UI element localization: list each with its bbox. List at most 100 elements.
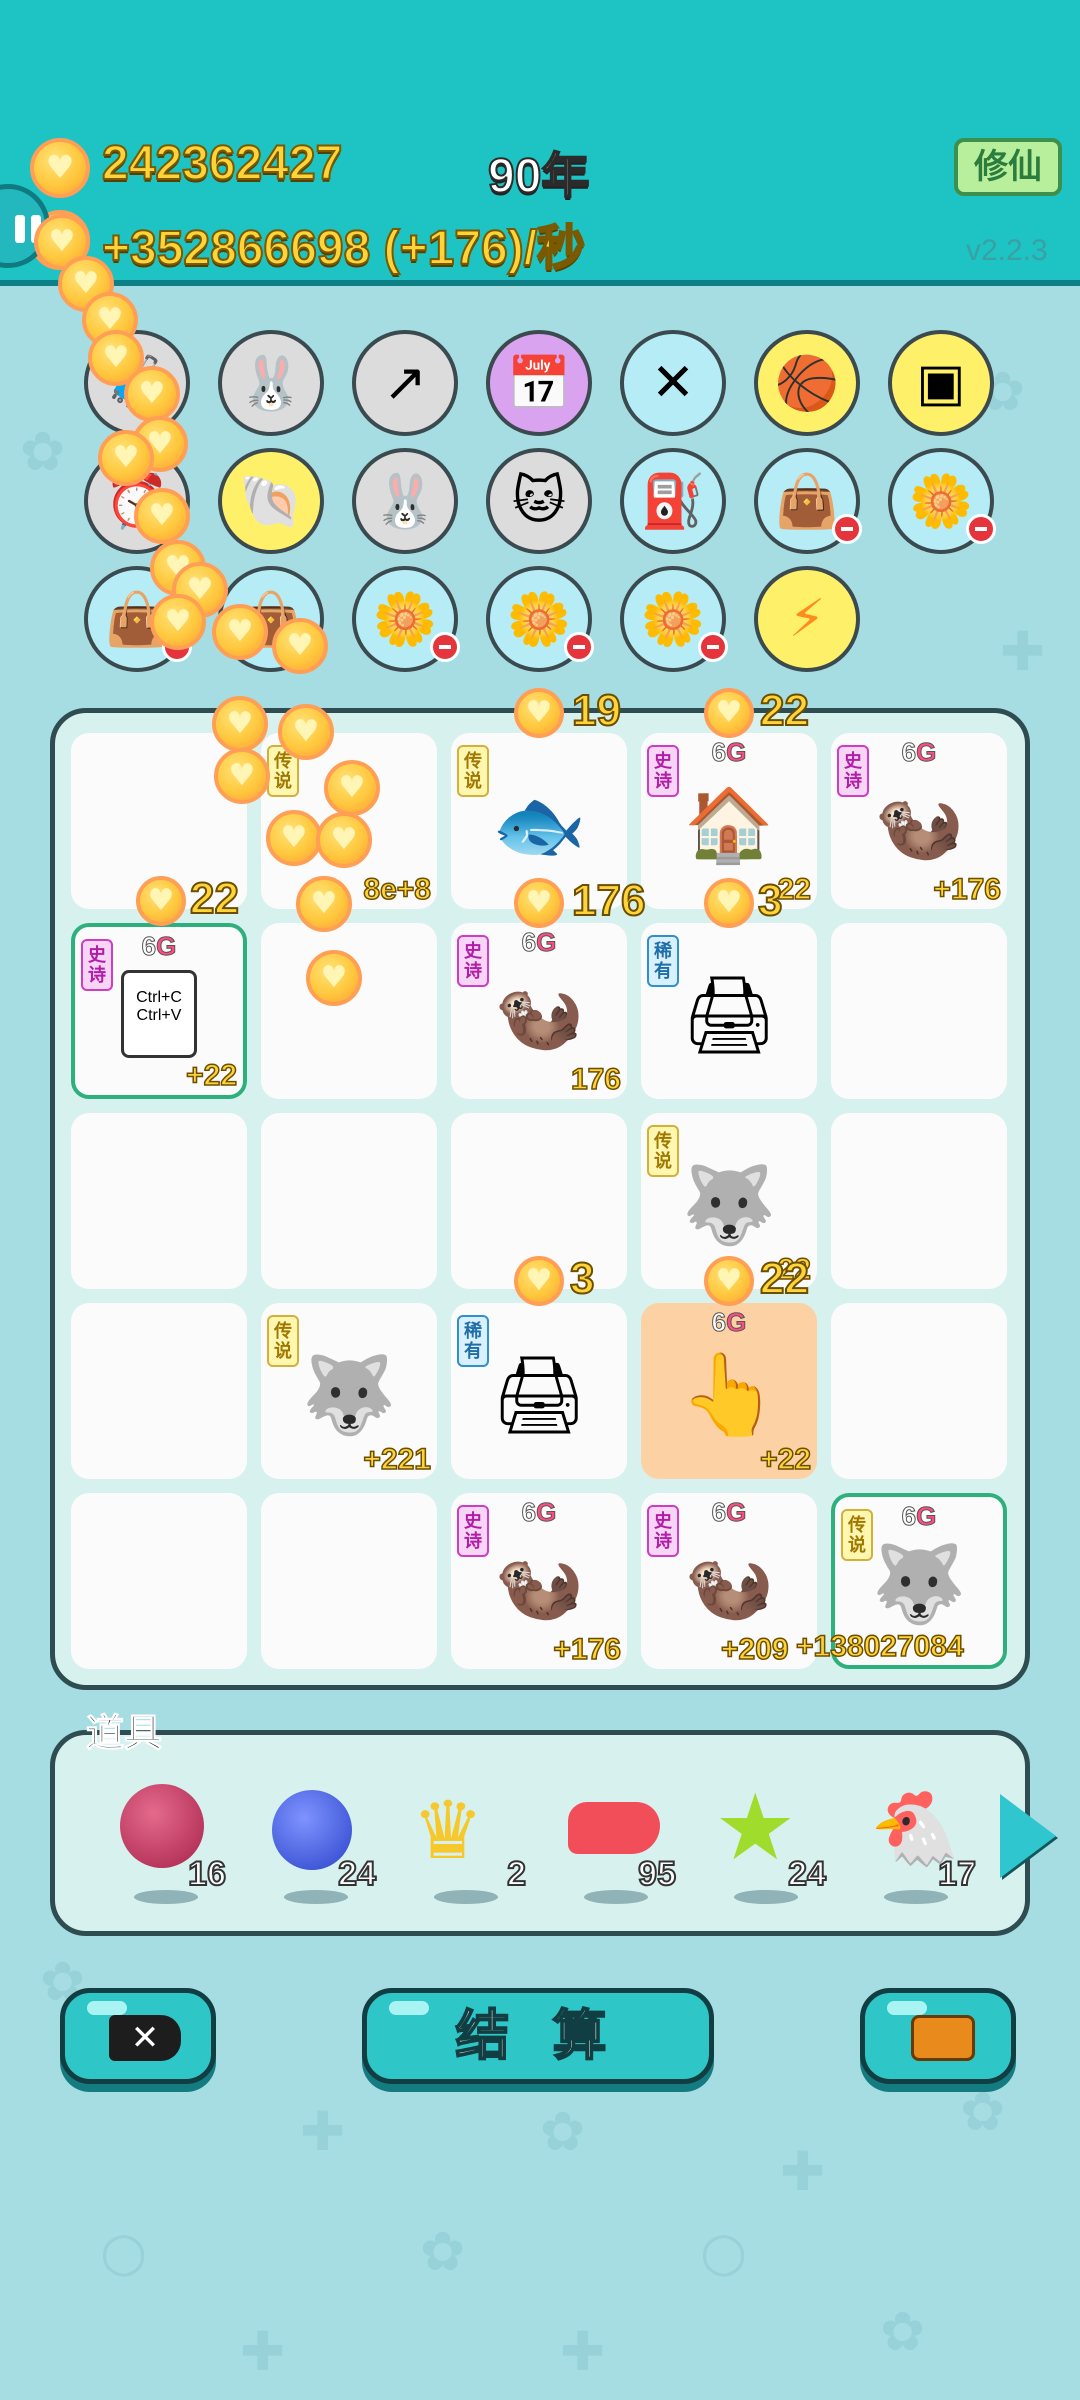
- board-cell[interactable]: 史诗 6G 🦦 +176: [831, 733, 1007, 909]
- coin-icon: [214, 748, 270, 804]
- cell-value: +138027084: [795, 1629, 964, 1664]
- crown-icon: ♛: [412, 1786, 484, 1875]
- coin-icon: [134, 488, 190, 544]
- basketball-upgrade-icon[interactable]: 🏀: [754, 330, 860, 436]
- board-cell[interactable]: [831, 1113, 1007, 1289]
- copy-paste-label: Ctrl+C Ctrl+V: [136, 989, 182, 1025]
- cell-value: +22: [185, 1058, 237, 1093]
- cell-value: +22: [759, 1442, 811, 1477]
- coin-icon: [150, 594, 206, 650]
- settle-label: 结 算: [454, 2005, 621, 2067]
- rare-tag: 稀有: [647, 935, 679, 987]
- board-cell[interactable]: [261, 1113, 437, 1289]
- prop-count: 24: [337, 1854, 377, 1894]
- chopsticks-upgrade-icon[interactable]: ✕: [620, 330, 726, 436]
- rabbit-upgrade-icon[interactable]: 🐰: [352, 448, 458, 554]
- version-label: v2.2.3: [966, 234, 1048, 267]
- income-popup: 3: [757, 875, 784, 926]
- husky-icon: 🐺: [681, 1162, 777, 1248]
- bag-button[interactable]: [860, 1988, 1016, 2084]
- cell-value: +176: [933, 872, 1002, 907]
- board-cell[interactable]: 稀有 🖨: [451, 1303, 627, 1479]
- flower-upgrade-icon[interactable]: 🌼: [352, 566, 460, 672]
- board-cell[interactable]: 传说 🐺 +221: [261, 1303, 437, 1479]
- income-popup: 19: [571, 685, 622, 736]
- board-cell[interactable]: [831, 923, 1007, 1099]
- copy-paste-card: Ctrl+C Ctrl+V: [121, 970, 197, 1059]
- epic-tag: 史诗: [457, 1505, 489, 1557]
- liver-prop[interactable]: 95: [556, 1776, 677, 1904]
- board-cell-selected[interactable]: 史诗 6G Ctrl+C Ctrl+V +22: [71, 923, 247, 1099]
- star-prop[interactable]: ★ 24: [706, 1776, 827, 1904]
- exit-button[interactable]: ✕: [60, 1988, 216, 2084]
- board-cell[interactable]: [261, 1493, 437, 1669]
- prop-count: 17: [937, 1854, 977, 1894]
- coin-icon: [296, 876, 352, 932]
- board-cell[interactable]: [261, 923, 437, 1099]
- board-cell[interactable]: [831, 1303, 1007, 1479]
- board-cell[interactable]: [71, 1493, 247, 1669]
- prop-count: 16: [187, 1854, 227, 1894]
- coin-icon: [324, 760, 380, 816]
- coin-icon: [212, 696, 268, 752]
- coin-icon: [98, 430, 154, 486]
- coin-icon: [266, 810, 322, 866]
- income-popup: 22: [759, 685, 810, 736]
- calendar-upgrade-icon[interactable]: 📅: [486, 330, 592, 436]
- flower-upgrade-icon[interactable]: 🌼: [486, 566, 594, 672]
- sack-upgrade-icon[interactable]: 👜: [754, 448, 862, 554]
- flower-upgrade-icon[interactable]: 🌼: [888, 448, 996, 554]
- printer-icon: 🖨: [490, 1352, 588, 1438]
- board-cell[interactable]: 稀有 🖨: [641, 923, 817, 1099]
- pointing-hand-icon: 👆: [679, 1349, 779, 1439]
- briefcase-icon: [911, 2015, 975, 2061]
- coin-icon: [316, 812, 372, 868]
- minus-icon: [430, 632, 460, 662]
- prop-count: 2: [506, 1854, 527, 1894]
- coin-icon: [704, 688, 754, 738]
- minus-icon: [832, 514, 862, 544]
- blueberry-prop[interactable]: 24: [256, 1776, 377, 1904]
- board-cell-pointer[interactable]: 6G 👆 +22: [641, 1303, 817, 1479]
- pump-upgrade-icon[interactable]: ⛽: [620, 448, 726, 554]
- cat-upgrade-icon[interactable]: 🐱: [486, 448, 592, 554]
- backspace-icon: ✕: [109, 2015, 181, 2061]
- props-next-arrow[interactable]: [1000, 1794, 1056, 1878]
- crown-prop[interactable]: ♛ 2: [406, 1776, 527, 1904]
- epic-tag: 史诗: [647, 1505, 679, 1557]
- epic-tag: 史诗: [647, 745, 679, 797]
- lychee-prop[interactable]: 16: [106, 1776, 227, 1904]
- cell-value: +176: [553, 1632, 622, 1667]
- koi-fish-icon: 🐟: [491, 782, 587, 868]
- chicken-prop[interactable]: 🐔 17: [856, 1776, 977, 1904]
- flower-upgrade-icon[interactable]: 🌼: [620, 566, 728, 672]
- xo-upgrade-icon[interactable]: ▣: [888, 330, 994, 436]
- income-popup: 176: [571, 875, 646, 926]
- liver-icon: [568, 1802, 660, 1854]
- printer-icon: 🖨: [680, 972, 778, 1058]
- epic-tag: 史诗: [837, 745, 869, 797]
- income-popup: 22: [189, 873, 240, 924]
- props-title: 道具: [85, 1713, 163, 1756]
- prop-count: 24: [787, 1854, 827, 1894]
- board-cell[interactable]: 史诗 6G 🦦 +176: [451, 1493, 627, 1669]
- board-cell[interactable]: 史诗 6G 🦦 176: [451, 923, 627, 1099]
- year-counter: 90年: [487, 149, 590, 204]
- arrow-upgrade-icon[interactable]: ↗: [352, 330, 458, 436]
- shell-upgrade-icon[interactable]: 🐚: [218, 448, 324, 554]
- prop-count: 95: [637, 1854, 677, 1894]
- board-cell[interactable]: 史诗 6G 🦦 +209: [641, 1493, 817, 1669]
- rabbit-upgrade-icon[interactable]: 🐰: [218, 330, 324, 436]
- network-6g-label: 6G: [901, 1501, 937, 1532]
- lightning-upgrade-icon[interactable]: ⚡: [754, 566, 860, 672]
- board-cell[interactable]: [71, 1303, 247, 1479]
- cultivate-button[interactable]: 修仙: [954, 138, 1062, 196]
- board-cell[interactable]: [71, 1113, 247, 1289]
- minus-icon: [966, 514, 996, 544]
- merge-board: 传说 8e+8 传说 🐟 史诗 6G 🏠 22 史诗 6G 🦦 +176 史诗 …: [50, 708, 1030, 1690]
- legend-tag: 传说: [457, 745, 489, 797]
- legend-tag: 传说: [647, 1125, 679, 1177]
- settle-button[interactable]: 结 算: [362, 1988, 714, 2084]
- network-6g-label: 6G: [141, 931, 177, 962]
- income-popup: 22: [759, 1253, 810, 1304]
